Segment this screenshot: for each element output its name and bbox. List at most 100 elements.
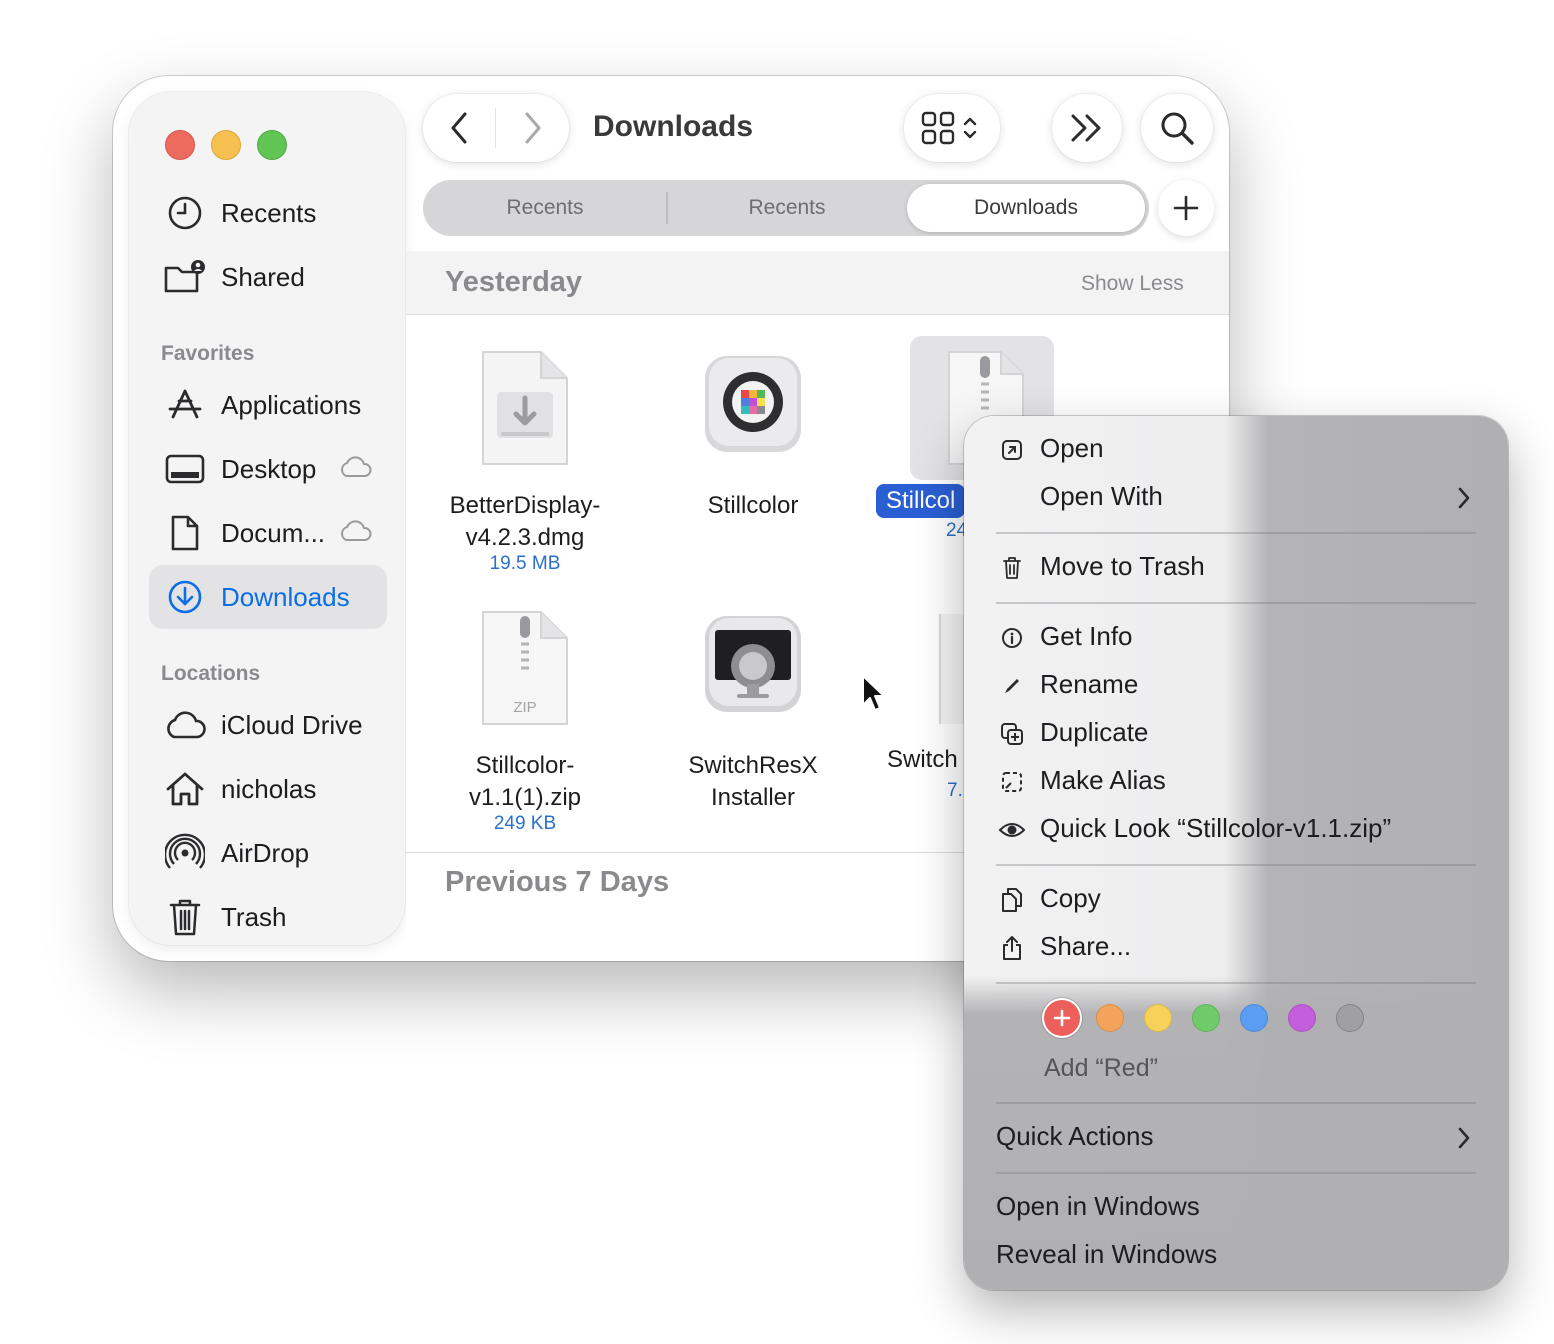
tag-purple-button[interactable] (1288, 1004, 1316, 1032)
forward-button[interactable] (497, 94, 569, 162)
more-toolbar-items-button[interactable] (1052, 94, 1122, 162)
tag-gray-button[interactable] (1336, 1004, 1364, 1032)
navigation-group (423, 94, 569, 162)
open-arrow-icon (998, 436, 1026, 464)
sidebar-item-home[interactable]: nicholas (149, 757, 387, 821)
document-icon (163, 511, 207, 555)
menu-separator (996, 864, 1476, 866)
clock-icon (163, 191, 207, 235)
search-icon (1161, 112, 1194, 145)
menu-item-label: Rename (1040, 669, 1139, 699)
sidebar-item-desktop[interactable]: Desktop (149, 437, 387, 501)
menu-separator (996, 1172, 1476, 1174)
screen: Recents Shared Favorites Applications De… (0, 0, 1554, 1344)
new-tab-button[interactable] (1158, 180, 1214, 236)
menu-item-open-with[interactable]: Open With (964, 474, 1508, 522)
section-title-yesterday: Yesterday (445, 266, 583, 298)
file-size: 19.5 MB (489, 553, 561, 574)
sidebar-item-label: Docum... (221, 517, 326, 548)
menu-item-label: Move to Trash (1040, 551, 1205, 581)
tab-downloads[interactable]: Downloads (907, 184, 1145, 232)
menu-item-label: Open With (1040, 481, 1163, 511)
menu-item-rename[interactable]: Rename (964, 662, 1508, 710)
selected-file-name[interactable]: Stillcol (876, 484, 966, 518)
download-circle-icon (163, 575, 207, 619)
menu-item-quick-look[interactable]: Quick Look “Stillcolor-v1.1.zip” (964, 806, 1508, 854)
menu-item-label: Reveal in Windows (996, 1239, 1218, 1269)
file-name[interactable]: Switch (887, 746, 958, 774)
menu-item-label: Open (1040, 433, 1104, 463)
file-name: Stillcolor (707, 492, 799, 519)
sidebar-item-downloads[interactable]: Downloads (149, 565, 387, 629)
search-button[interactable] (1141, 94, 1213, 162)
sidebar-item-recents[interactable]: Recents (149, 181, 387, 245)
sidebar-item-shared[interactable]: Shared (149, 245, 387, 309)
tag-yellow-button[interactable] (1144, 1004, 1172, 1032)
menu-item-label: Duplicate (1040, 717, 1149, 747)
sidebar-item-airdrop[interactable]: AirDrop (149, 821, 387, 885)
file-name: BetterDisplay-v4.2.3.dmg (449, 492, 601, 551)
mouse-pointer-icon (862, 675, 885, 711)
sidebar-item-label: Downloads (221, 581, 350, 612)
sidebar: Recents Shared Favorites Applications De… (129, 92, 405, 945)
menu-separator (996, 982, 1476, 984)
menu-item-get-info[interactable]: Get Info (964, 614, 1508, 662)
duplicate-icon (998, 720, 1026, 748)
tag-red-button[interactable] (1044, 1000, 1080, 1036)
sidebar-item-trash[interactable]: Trash (149, 885, 387, 949)
back-button[interactable] (423, 94, 495, 162)
close-window-button[interactable] (165, 130, 195, 160)
sidebar-item-label: Shared (221, 261, 305, 292)
info-icon (998, 624, 1026, 652)
menu-item-move-to-trash[interactable]: Move to Trash (964, 544, 1508, 592)
view-options-button[interactable] (904, 94, 1000, 162)
icloud-status-icon (337, 455, 373, 484)
add-tag-label: Add “Red” (1044, 1054, 1158, 1082)
icloud-status-icon (337, 519, 373, 548)
menu-item-label: Quick Actions (996, 1121, 1154, 1151)
chevron-right-icon (1456, 1126, 1472, 1155)
share-icon (998, 934, 1026, 962)
context-menu: Open Open With Move to Trash Get Info Re… (964, 416, 1508, 1290)
zip-file-icon: ZIP (482, 611, 568, 725)
tag-orange-button[interactable] (1096, 1004, 1124, 1032)
trash-icon (163, 895, 207, 939)
menu-item-label: Quick Look “Stillcolor-v1.1.zip” (1040, 813, 1392, 843)
desktop-icon (163, 447, 207, 491)
icon-grid-view-icon (921, 111, 977, 145)
sidebar-item-label: Recents (221, 197, 317, 228)
menu-item-copy[interactable]: Copy (964, 876, 1508, 924)
menu-item-quick-actions[interactable]: Quick Actions (964, 1114, 1508, 1162)
cloud-icon (163, 703, 207, 747)
file-size: 249 KB (493, 813, 557, 834)
tab-recents-2[interactable]: Recents (667, 180, 907, 236)
sidebar-item-label: Applications (221, 389, 362, 420)
menu-item-make-alias[interactable]: Make Alias (964, 758, 1508, 806)
menu-item-open-in-windows[interactable]: Open in Windows (964, 1184, 1508, 1232)
zoom-window-button[interactable] (257, 130, 287, 160)
menu-item-duplicate[interactable]: Duplicate (964, 710, 1508, 758)
plus-icon (1173, 195, 1199, 221)
file-name: SwitchResX Installer (688, 752, 818, 811)
tab-recents[interactable]: Recents (423, 180, 667, 236)
tab-bar: Recents Recents Downloads (423, 180, 1149, 236)
menu-item-reveal-in-windows[interactable]: Reveal in Windows (964, 1232, 1508, 1280)
dmg-file-icon (482, 351, 568, 465)
tag-green-button[interactable] (1192, 1004, 1220, 1032)
sidebar-item-icloud-drive[interactable]: iCloud Drive (149, 693, 387, 757)
home-icon (163, 767, 207, 811)
sidebar-item-label: AirDrop (221, 837, 310, 868)
menu-item-share[interactable]: Share... (964, 924, 1508, 972)
sidebar-item-label: nicholas (221, 773, 317, 804)
menu-separator (996, 1102, 1476, 1104)
menu-item-open[interactable]: Open (964, 426, 1508, 474)
sidebar-item-documents[interactable]: Docum... (149, 501, 387, 565)
file-name: Stillcolor-v1.1(1).zip (468, 752, 582, 811)
tag-blue-button[interactable] (1240, 1004, 1268, 1032)
airdrop-icon (163, 831, 207, 875)
minimize-window-button[interactable] (211, 130, 241, 160)
locations-heading: Locations (161, 662, 261, 685)
plus-icon (1053, 1009, 1071, 1027)
sidebar-item-applications[interactable]: Applications (149, 373, 387, 437)
show-less-link[interactable]: Show Less (1081, 272, 1184, 296)
